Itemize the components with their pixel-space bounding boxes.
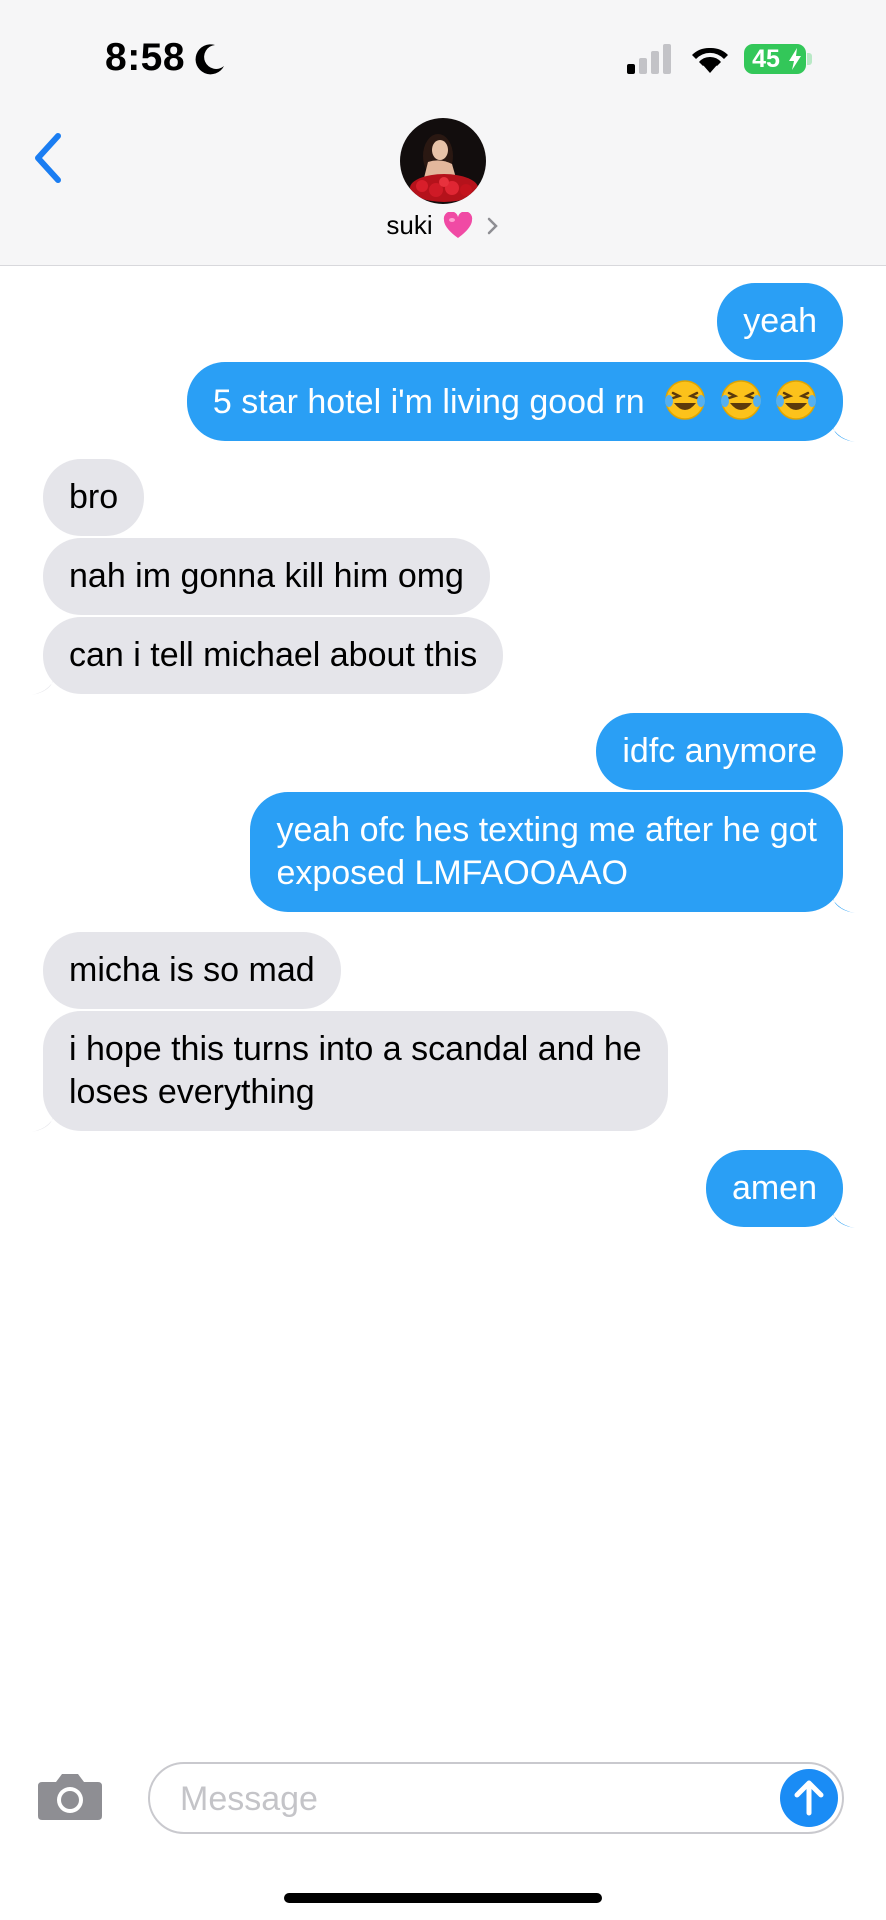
send-button[interactable] — [780, 1769, 838, 1827]
moon-icon — [195, 44, 224, 75]
message-input[interactable] — [178, 1772, 742, 1826]
back-chevron-icon[interactable] — [30, 128, 70, 188]
message-bubble-incoming[interactable]: can i tell michael about this — [31, 617, 504, 695]
message-text-line: exposed LMFAOOAAO — [276, 854, 628, 892]
battery-level: 45 — [752, 45, 780, 73]
message-bubble-outgoing[interactable]: yeah — [717, 283, 843, 360]
message-bubble-outgoing[interactable]: amen — [705, 1150, 855, 1228]
contact-name: suki — [386, 210, 433, 240]
contact-name-button[interactable]: suki — [0, 210, 886, 241]
bubble-tail — [31, 1108, 57, 1132]
message-bubble-incoming[interactable]: i hope this turns into a scandal and he … — [31, 1011, 668, 1132]
laughing-emoji — [720, 380, 761, 420]
message-text-line: yeah ofc hes texting me after he got — [276, 811, 817, 849]
message-text: idfc anymore — [622, 732, 817, 770]
send-arrow-icon — [794, 1780, 824, 1816]
bubble-tail — [829, 889, 855, 913]
message-text: can i tell michael about this — [69, 636, 478, 674]
message-text: nah im gonna kill him omg — [69, 557, 464, 595]
battery-icon: 45 — [744, 44, 806, 74]
message-bubble-incoming[interactable]: bro — [43, 459, 145, 536]
status-bar: 8:58 45 — [0, 0, 886, 110]
chevron-right-icon — [487, 217, 498, 235]
charging-bolt-icon — [789, 48, 801, 70]
wifi-icon — [692, 47, 728, 73]
bubble-tail — [829, 418, 855, 442]
message-text: bro — [69, 478, 119, 516]
message-text: micha is so mad — [69, 951, 315, 989]
message-bubble-outgoing[interactable]: idfc anymore — [596, 713, 843, 790]
cellular-signal-icon — [627, 44, 671, 74]
message-bubble-incoming[interactable]: nah im gonna kill him omg — [43, 538, 490, 615]
laughing-emoji — [665, 380, 706, 420]
battery-cap — [807, 53, 812, 65]
message-bubble-outgoing[interactable]: 5 star hotel i'm living good rn — [186, 362, 855, 442]
avatar[interactable] — [400, 118, 486, 204]
message-composer — [148, 1762, 844, 1834]
status-time: 8:58 — [105, 36, 186, 79]
laughing-emoji — [776, 380, 816, 420]
home-indicator — [284, 1893, 602, 1903]
message-text: 5 star hotel i'm living good rn — [212, 383, 645, 421]
bubble-tail — [31, 671, 57, 695]
heart-emoji — [443, 212, 473, 238]
message-text: amen — [731, 1169, 817, 1207]
message-text: yeah — [743, 302, 817, 340]
bubble-tail — [829, 1204, 855, 1228]
conversation-header: suki — [0, 110, 886, 266]
message-bubble-incoming[interactable]: micha is so mad — [43, 932, 341, 1009]
message-text-line: i hope this turns into a scandal and he — [69, 1030, 642, 1068]
message-text-line: loses everything — [69, 1073, 315, 1111]
message-bubble-outgoing[interactable]: yeah ofc hes texting me after he got exp… — [250, 792, 855, 913]
camera-icon[interactable] — [36, 1770, 104, 1822]
